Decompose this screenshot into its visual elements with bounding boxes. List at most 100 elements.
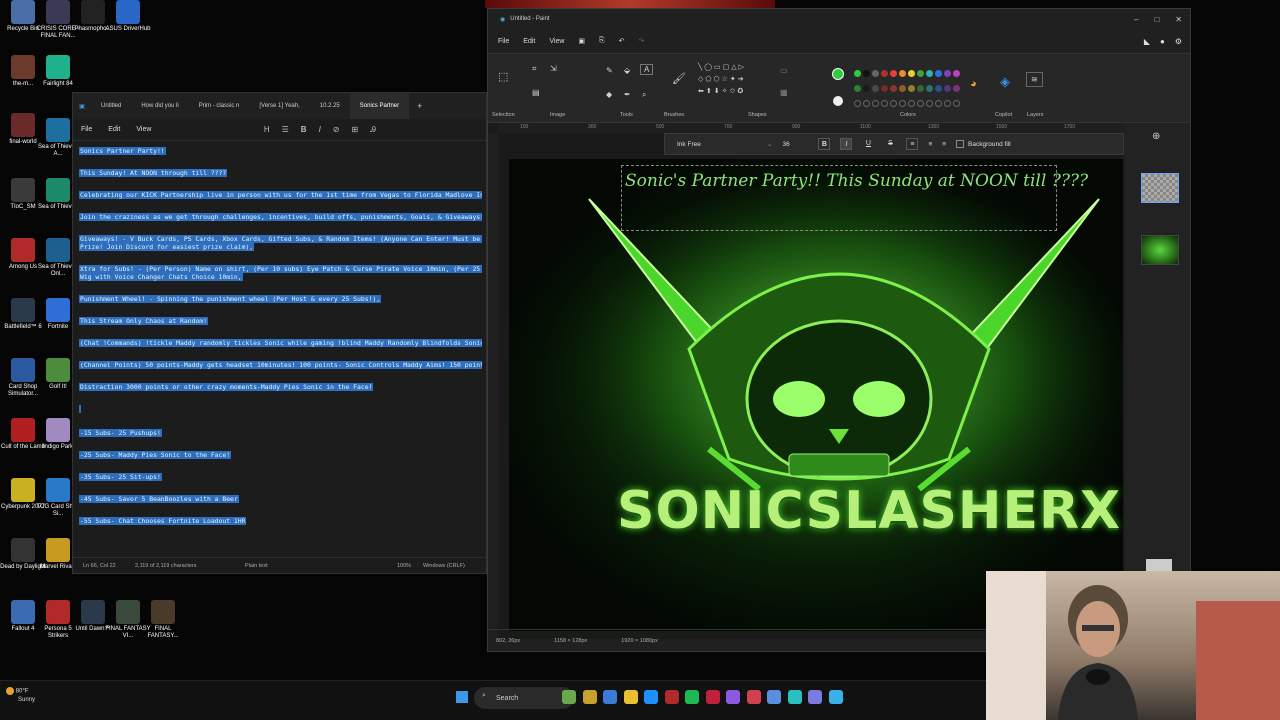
secondary-color[interactable] — [833, 96, 843, 106]
select-icon[interactable]: ⬚ — [498, 70, 508, 83]
account-icon[interactable]: ● — [1160, 37, 1165, 46]
start-icon[interactable] — [456, 691, 468, 703]
desktop-icon[interactable]: FINAL FANTASY... — [140, 600, 186, 640]
italic-button[interactable]: I — [319, 125, 321, 135]
close-button[interactable]: ✕ — [1175, 15, 1182, 24]
taskbar-app-icon[interactable] — [685, 690, 699, 704]
taskbar-app-icon[interactable] — [746, 690, 761, 704]
color-swatch[interactable] — [854, 85, 861, 92]
color-swatch[interactable] — [854, 100, 861, 107]
color-swatch[interactable] — [872, 100, 879, 107]
taskbar-app-icon[interactable] — [808, 690, 822, 704]
desktop-icon[interactable]: TIoC_SM — [0, 178, 46, 211]
primary-color[interactable] — [832, 68, 844, 80]
color-swatch[interactable] — [953, 70, 960, 77]
color-swatch[interactable] — [953, 85, 960, 92]
color-swatch[interactable] — [854, 70, 861, 77]
color-swatch[interactable] — [899, 70, 906, 77]
color-swatch[interactable] — [935, 70, 942, 77]
settings-icon[interactable]: ⚙ — [1175, 37, 1182, 46]
resize-icon[interactable]: ⇲ — [550, 64, 557, 73]
desktop-icon[interactable]: Fairlight 84 — [35, 55, 81, 88]
taskbar-app-icon[interactable] — [582, 690, 597, 704]
color-swatch[interactable] — [881, 100, 888, 107]
color-swatch[interactable] — [935, 100, 942, 107]
desktop-icon[interactable]: Dead by Daylight — [0, 538, 46, 571]
bold-button[interactable]: B — [301, 125, 307, 135]
link-button[interactable]: ⊘ — [333, 125, 340, 135]
desktop-icon[interactable]: ASUS DriverHub — [105, 0, 151, 33]
color-swatch[interactable] — [944, 100, 951, 107]
line-ending[interactable]: Windows (CRLF) — [423, 563, 465, 569]
layers-icon[interactable]: ≋ — [1026, 72, 1043, 87]
font-family-select[interactable]: Ink Free — [677, 141, 757, 148]
taskbar-app-icon[interactable] — [562, 690, 576, 704]
color-swatch[interactable] — [953, 100, 960, 107]
menu-view[interactable]: View — [549, 38, 564, 45]
paint-window[interactable]: ◉ Untitled - Paint – □ ✕ File Edit View … — [487, 8, 1191, 652]
color-swatch[interactable] — [926, 70, 933, 77]
color-swatch[interactable] — [881, 85, 888, 92]
color-swatch[interactable] — [890, 100, 897, 107]
strikethrough-button[interactable]: S — [884, 138, 896, 150]
canvas-image[interactable]: Sonic's Partner Party!! This Sunday at N… — [509, 159, 1123, 631]
copilot-icon[interactable]: ◈ — [1000, 74, 1010, 90]
color-swatch[interactable] — [917, 100, 924, 107]
taskbar-app-icon[interactable] — [705, 690, 720, 704]
menu-edit[interactable]: Edit — [108, 126, 120, 133]
desktop-icon[interactable]: Cyberpunk 2077 — [0, 478, 46, 511]
color-swatch[interactable] — [863, 85, 870, 92]
weather-widget[interactable]: 80°F Sunny — [6, 687, 35, 704]
color-swatch[interactable] — [917, 70, 924, 77]
heading-button[interactable]: H — [264, 125, 270, 135]
clear-format-button[interactable]: Ꭿ — [370, 125, 376, 135]
color-picker-icon[interactable]: ◕ — [970, 78, 977, 90]
color-swatch[interactable] — [944, 70, 951, 77]
outline-icon[interactable]: ▭ — [780, 66, 788, 75]
color-swatch[interactable] — [872, 70, 879, 77]
align-right-icon[interactable]: ≡ — [942, 141, 946, 148]
list-button[interactable]: ☰ — [282, 125, 289, 135]
canvas-overlay-text[interactable]: Sonic's Partner Party!! This Sunday at N… — [625, 171, 1088, 191]
redo-icon[interactable]: ↷ — [639, 37, 645, 45]
desktop-icon[interactable]: Card Shop Simulator... — [0, 358, 46, 398]
menu-view[interactable]: View — [136, 126, 151, 133]
fill-icon[interactable]: ⬙ — [624, 66, 630, 75]
search-box[interactable]: ⌕ Search — [474, 687, 574, 709]
menu-edit[interactable]: Edit — [523, 38, 535, 45]
color-swatch[interactable] — [908, 85, 915, 92]
align-center-icon[interactable]: ≡ — [928, 141, 932, 148]
color-swatch[interactable] — [935, 85, 942, 92]
desktop-icon[interactable]: Battlefield™ 6 — [0, 298, 46, 331]
desktop-icon[interactable]: final-world — [0, 113, 46, 146]
shape-fill-icon[interactable]: ▦ — [780, 88, 788, 97]
desktop-icon[interactable]: Among Us — [0, 238, 46, 271]
share-icon[interactable]: ⎘ — [599, 37, 605, 45]
tab-verse[interactable]: [Verse 1] Yeah, — [249, 93, 309, 119]
taskbar-app-icon[interactable] — [787, 690, 802, 704]
new-tab-icon[interactable]: + — [409, 101, 422, 111]
font-size-select[interactable]: 36 — [782, 141, 808, 148]
italic-button[interactable]: I — [840, 138, 853, 150]
table-button[interactable]: ⊞ — [352, 125, 359, 135]
color-swatch[interactable] — [944, 85, 951, 92]
layer-image[interactable] — [1141, 235, 1179, 265]
menu-file[interactable]: File — [498, 38, 509, 45]
tab-prim[interactable]: Prim - classic n — [189, 93, 250, 119]
desktop-icon[interactable]: Cult of the Lamb — [0, 418, 46, 451]
notepad-window[interactable]: ▣ Untitled How did you li Prim - classic… — [72, 92, 487, 574]
color-swatch[interactable] — [890, 85, 897, 92]
taskbar-app-icon[interactable] — [726, 690, 740, 704]
color-swatch[interactable] — [890, 70, 897, 77]
brush-icon[interactable]: 🖌 — [672, 72, 686, 85]
minimize-button[interactable]: – — [1134, 15, 1138, 24]
color-swatch[interactable] — [872, 85, 879, 92]
undo-icon[interactable]: ↶ — [619, 37, 625, 45]
bold-button[interactable]: B — [818, 138, 831, 150]
chevron-down-icon[interactable]: ⌄ — [767, 140, 772, 148]
color-swatch[interactable] — [899, 85, 906, 92]
canvas-area[interactable]: 100 300 500 700 900 1100 1300 1500 1700 Ink Free… — [488, 123, 1124, 639]
color-swatch[interactable] — [926, 100, 933, 107]
background-fill-checkbox[interactable] — [956, 140, 965, 148]
taskbar-app-icon[interactable] — [623, 690, 638, 704]
